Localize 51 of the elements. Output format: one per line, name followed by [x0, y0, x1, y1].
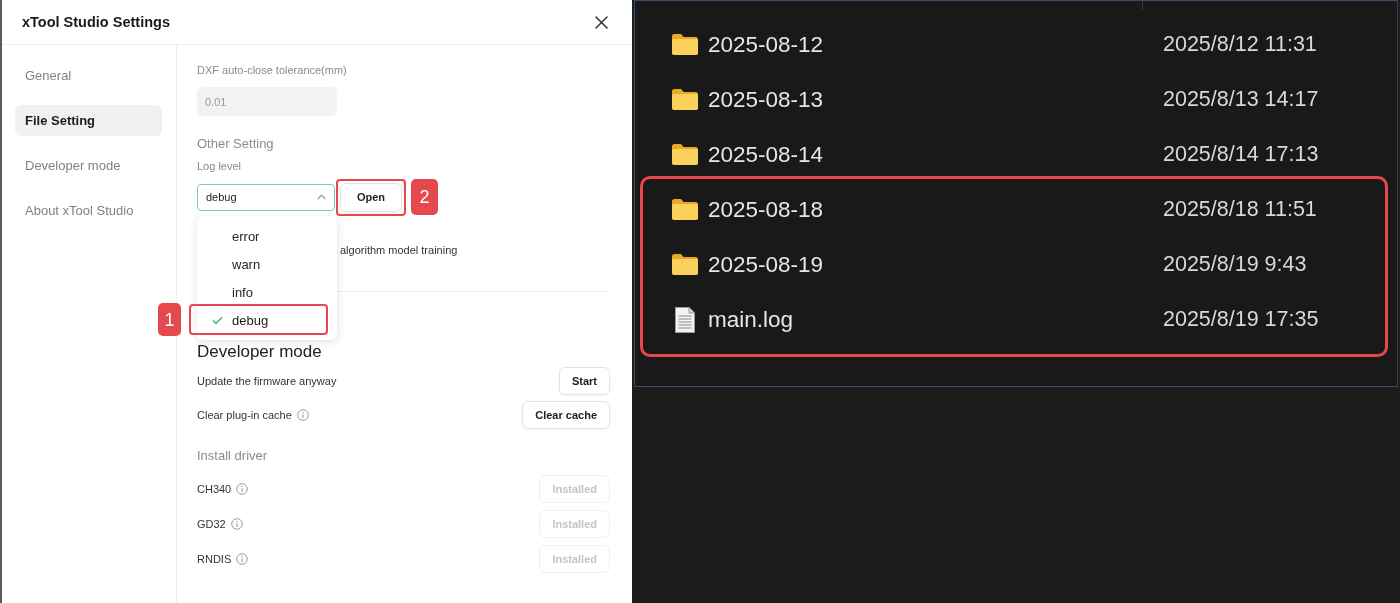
folder-icon	[672, 199, 698, 220]
driver-name: GD32	[197, 517, 226, 530]
open-button[interactable]: Open	[340, 182, 402, 212]
sidebar-item[interactable]: About xTool Studio	[15, 195, 162, 226]
callout-badge: 2	[411, 179, 438, 215]
menu-option[interactable]: info	[197, 278, 337, 306]
file-name[interactable]: main.log	[708, 306, 1153, 333]
setting-label: algorithm model training	[340, 243, 458, 258]
menu-option[interactable]: error	[197, 222, 337, 250]
log-level-select[interactable]: debug	[197, 183, 335, 211]
section-heading: Developer mode	[197, 342, 322, 362]
menu-option[interactable]: warn	[197, 250, 337, 278]
file-name[interactable]: 2025-08-14	[708, 141, 1153, 168]
close-button[interactable]	[595, 15, 608, 29]
modified-date: 2025/8/19 17:35	[1163, 307, 1320, 332]
info-icon	[230, 517, 243, 530]
modified-date: 2025/8/19 9:43	[1163, 252, 1308, 277]
sidebar-item[interactable]: File Setting	[15, 105, 162, 136]
check-icon	[212, 315, 223, 325]
action-button[interactable]: Clear cache	[522, 401, 610, 429]
file-name[interactable]: 2025-08-12	[708, 31, 1153, 58]
folder-icon	[672, 89, 698, 110]
callout-badge: 1	[158, 303, 181, 336]
modified-date: 2025/8/18 11:51	[1163, 197, 1318, 222]
file-name[interactable]: 2025-08-19	[708, 251, 1153, 278]
menu-option[interactable]: debug	[197, 306, 337, 334]
info-icon	[236, 482, 249, 495]
setting-label: Update the firmware anyway	[197, 375, 337, 387]
folder-icon	[672, 34, 698, 55]
file-name[interactable]: 2025-08-13	[708, 86, 1153, 113]
file-name[interactable]: 2025-08-18	[708, 196, 1153, 223]
sidebar-item[interactable]: General	[15, 60, 162, 91]
folder-icon	[672, 254, 698, 275]
window-title: xTool Studio Settings	[22, 14, 170, 30]
setting-label: Clear plug-in cache	[197, 409, 292, 421]
section-title: Other Setting	[197, 135, 274, 153]
driver-name: CH340	[197, 482, 232, 495]
field-label: Log level	[197, 159, 242, 174]
modified-date: 2025/8/13 14:17	[1163, 87, 1320, 112]
modified-date: 2025/8/14 17:13	[1163, 142, 1320, 167]
document-icon	[675, 306, 695, 333]
section-title: Install driver	[197, 447, 268, 465]
modified-date: 2025/8/12 11:31	[1163, 32, 1318, 57]
field-label: DXF auto-close tolerance(mm)	[197, 63, 347, 78]
driver-name: RNDIS	[197, 552, 232, 565]
folder-icon	[672, 144, 698, 165]
action-button[interactable]: Start	[558, 367, 610, 395]
close-icon	[595, 15, 608, 29]
sidebar-item[interactable]: Developer mode	[15, 150, 162, 181]
chevron-up-icon	[317, 194, 326, 200]
info-icon	[236, 552, 249, 565]
